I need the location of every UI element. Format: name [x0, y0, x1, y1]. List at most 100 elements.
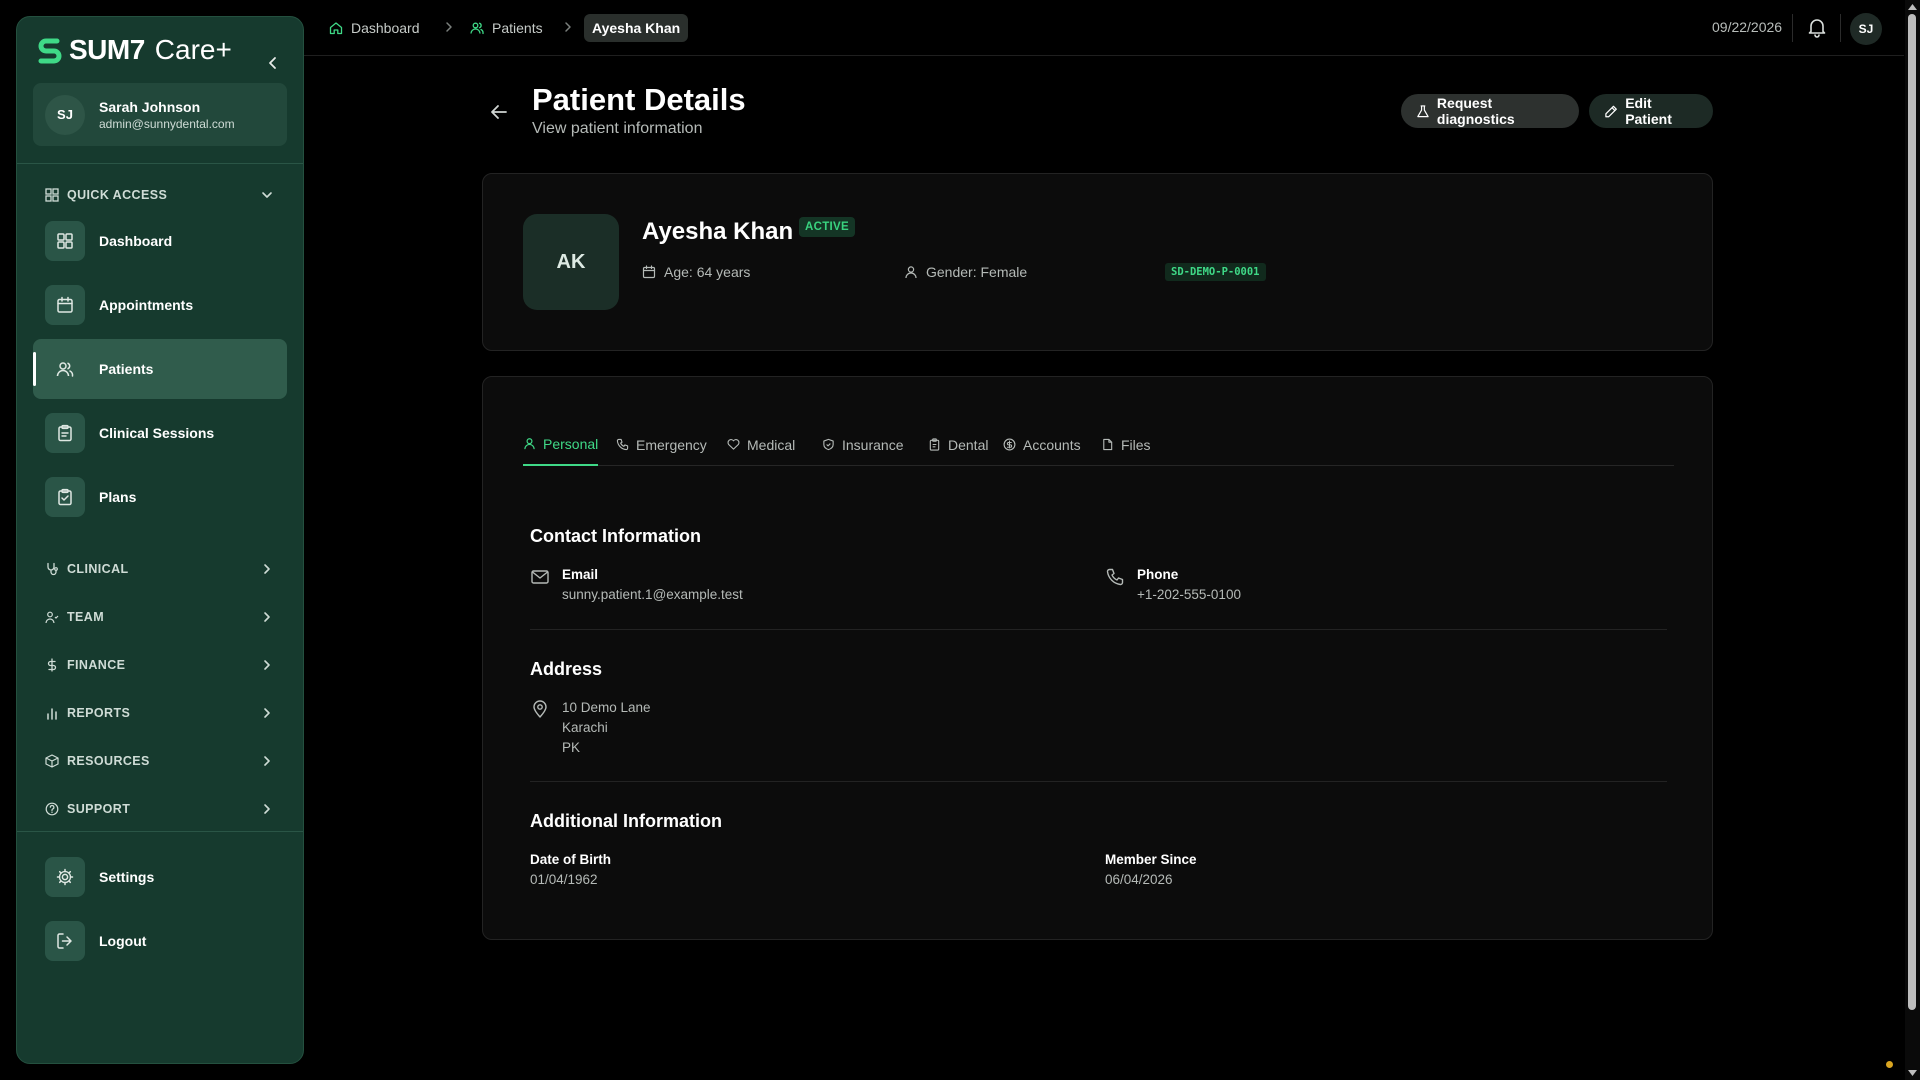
sidebar-item-label: Dashboard	[99, 233, 173, 249]
patient-name: Ayesha Khan	[642, 218, 794, 245]
users-icon	[470, 22, 484, 35]
home-icon	[329, 22, 343, 35]
tab-label: Accounts	[1023, 436, 1081, 453]
logout-icon	[45, 921, 85, 961]
gear-icon	[45, 857, 85, 897]
current-date: 09/22/2026	[1712, 19, 1783, 35]
chevron-down-icon	[262, 192, 272, 198]
stethoscope-icon	[47, 562, 58, 576]
brand-logo: SUM7 Care+	[35, 32, 232, 68]
tab-emergency[interactable]: Emergency	[616, 427, 707, 466]
button-label: Request diagnostics	[1436, 95, 1515, 127]
tab-personal[interactable]: Personal	[523, 427, 599, 466]
chevron-right-icon	[565, 22, 571, 32]
dollar-icon	[47, 658, 57, 672]
grid-icon	[45, 188, 59, 202]
sidebar-item-label: Logout	[99, 933, 147, 949]
sidebar-section-reports[interactable]: REPORTS	[45, 702, 275, 724]
address-line-city: Karachi	[562, 720, 608, 735]
member-since-label: Member Since	[1105, 852, 1197, 867]
sidebar: SUM7 Care+ SJ Sarah Johnson admin@sunnyd…	[16, 16, 304, 1064]
sidebar-item-dashboard[interactable]: Dashboard	[33, 211, 287, 271]
breadcrumb-dashboard[interactable]: Dashboard	[329, 14, 420, 42]
tab-files[interactable]: Files	[1101, 427, 1151, 466]
user-profile-card[interactable]: SJ Sarah Johnson admin@sunnydental.com	[33, 83, 287, 146]
section-label: SUPPORT	[67, 802, 131, 816]
patient-details-card: Personal Emergency Medical Insurance Den…	[482, 376, 1713, 940]
chevron-right-icon	[264, 756, 270, 766]
request-diagnostics-button[interactable]: Request diagnostics	[1401, 94, 1579, 128]
sidebar-section-clinical[interactable]: CLINICAL	[45, 558, 275, 580]
collapse-sidebar-button[interactable]	[261, 51, 285, 75]
tab-dental[interactable]: Dental	[928, 427, 988, 466]
breadcrumb-patients[interactable]: Patients	[470, 14, 543, 42]
user-email: admin@sunnydental.com	[99, 116, 235, 131]
sidebar-section-support[interactable]: SUPPORT	[45, 798, 275, 820]
tab-insurance[interactable]: Insurance	[822, 427, 903, 466]
sidebar-item-plans[interactable]: Plans	[33, 467, 287, 527]
user-icon	[524, 438, 535, 450]
sidebar-section-team[interactable]: TEAM	[45, 606, 275, 628]
clipboard-icon	[929, 438, 940, 451]
scroll-up-arrow-icon[interactable]	[1907, 2, 1918, 12]
clipboard-icon	[45, 413, 85, 453]
edit-patient-button[interactable]: Edit Patient	[1589, 94, 1713, 128]
tab-accounts[interactable]: Accounts	[1003, 427, 1081, 466]
clipboard-check-icon	[45, 477, 85, 517]
member-since-value: 06/04/2026	[1105, 872, 1173, 887]
sidebar-item-logout[interactable]: Logout	[33, 911, 287, 971]
sidebar-item-label: Patients	[99, 361, 154, 377]
breadcrumb-label: Patients	[492, 20, 543, 36]
address-line-country: PK	[562, 740, 581, 755]
sidebar-item-patients[interactable]: Patients	[33, 339, 287, 399]
package-icon	[45, 754, 59, 768]
bar-chart-icon	[47, 708, 57, 720]
bell-icon[interactable]	[1806, 16, 1828, 38]
address-section-title: Address	[530, 659, 603, 679]
sidebar-item-label: Appointments	[99, 297, 194, 313]
user-avatar-button[interactable]: SJ	[1850, 13, 1882, 45]
top-bar: Dashboard Patients Ayesha Khan	[304, 0, 1904, 56]
sidebar-section-resources[interactable]: RESOURCES	[45, 750, 275, 772]
quick-access-toggle[interactable]: QUICK ACCESS	[45, 184, 275, 206]
sidebar-item-settings[interactable]: Settings	[33, 847, 287, 907]
divider	[1840, 14, 1841, 42]
patient-avatar: AK	[523, 214, 619, 310]
sidebar-item-label: Plans	[99, 489, 137, 505]
sidebar-item-clinical-sessions[interactable]: Clinical Sessions	[33, 403, 287, 463]
scroll-down-arrow-icon[interactable]	[1907, 1068, 1918, 1078]
contact-section-title: Contact Information	[530, 526, 701, 546]
chevron-right-icon	[264, 660, 270, 670]
divider	[1792, 14, 1793, 42]
brand-name: SUM7	[69, 34, 145, 65]
team-icon	[45, 611, 59, 624]
tab-label: Files	[1121, 436, 1151, 453]
section-label: TEAM	[67, 610, 105, 624]
page-subtitle: View patient information	[532, 120, 703, 137]
sidebar-item-label: Settings	[99, 869, 155, 885]
section-divider	[530, 781, 1667, 782]
scrollbar-thumb[interactable]	[1908, 14, 1916, 1010]
dob-value: 01/04/1962	[530, 872, 598, 887]
file-icon	[1103, 438, 1113, 451]
quick-access-label: QUICK ACCESS	[67, 188, 168, 202]
section-label: CLINICAL	[67, 562, 129, 576]
sidebar-item-appointments[interactable]: Appointments	[33, 275, 287, 335]
patient-age: Age: 64 years	[642, 263, 750, 281]
gender-text: Gender: Female	[926, 264, 1028, 280]
sidebar-section-finance[interactable]: FINANCE	[45, 654, 275, 676]
patient-gender: Gender: Female	[904, 263, 1027, 281]
email-value: sunny.patient.1@example.test	[562, 587, 743, 602]
breadcrumb-current: Ayesha Khan	[584, 14, 689, 42]
sidebar-divider	[17, 831, 303, 832]
avatar: SJ	[45, 94, 85, 135]
chevron-right-icon	[264, 564, 270, 574]
phone-icon	[1106, 568, 1124, 586]
sidebar-divider	[17, 163, 303, 164]
pencil-icon	[1605, 105, 1617, 117]
back-arrow-icon[interactable]	[487, 100, 511, 124]
tab-medical[interactable]: Medical	[727, 427, 795, 466]
dollar-circle-icon	[1003, 438, 1016, 451]
tab-label: Emergency	[636, 436, 707, 453]
calendar-icon	[642, 265, 656, 279]
